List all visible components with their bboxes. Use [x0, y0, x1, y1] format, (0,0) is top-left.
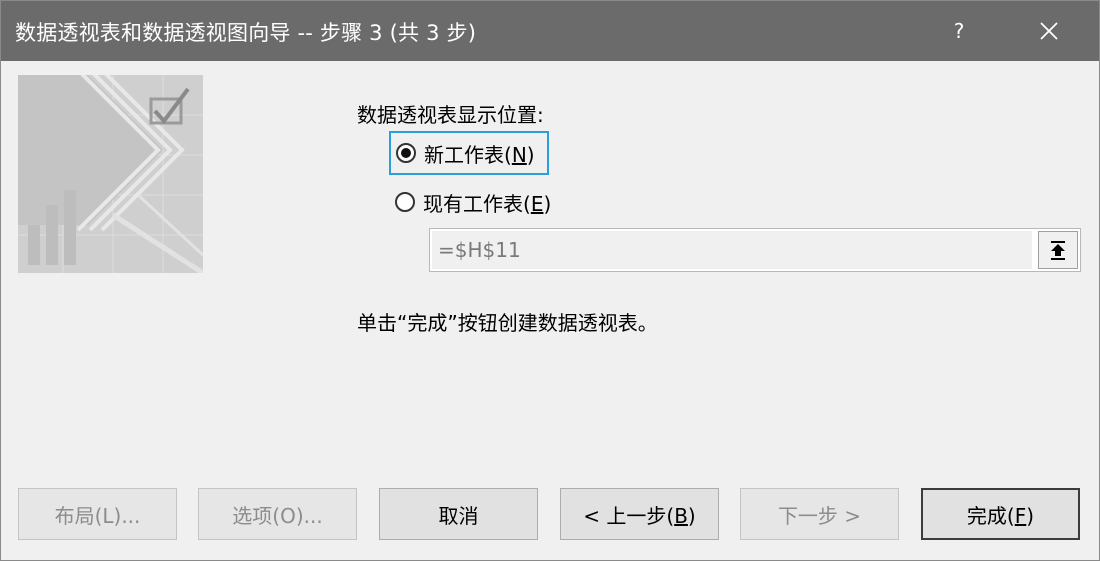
- layout-button[interactable]: 布局(L)...: [18, 488, 177, 540]
- help-icon: ?: [953, 19, 965, 43]
- dialog-title: 数据透视表和数据透视图向导 -- 步骤 3 (共 3 步): [15, 21, 477, 45]
- existing-worksheet-label: 现有工作表(E): [423, 191, 552, 216]
- location-reference-field: [429, 228, 1081, 272]
- placement-label: 数据透视表显示位置:: [357, 103, 544, 127]
- close-button[interactable]: [1019, 1, 1079, 61]
- radio-unselected-icon: [395, 192, 415, 212]
- collapse-dialog-button[interactable]: [1038, 231, 1078, 269]
- pivot-wizard-banner-icon: [18, 75, 203, 273]
- options-button[interactable]: 选项(O)...: [198, 488, 357, 540]
- new-worksheet-radio[interactable]: 新工作表(N): [389, 131, 549, 175]
- finish-instruction: 单击“完成”按钮创建数据透视表。: [357, 311, 658, 335]
- collapse-dialog-icon: [1051, 241, 1065, 260]
- title-bar[interactable]: 数据透视表和数据透视图向导 -- 步骤 3 (共 3 步) ?: [1, 1, 1099, 61]
- radio-selected-icon: [396, 143, 416, 163]
- help-button[interactable]: ?: [929, 1, 989, 61]
- close-icon: [1040, 22, 1058, 40]
- finish-button[interactable]: 完成(F): [921, 488, 1080, 540]
- new-worksheet-label: 新工作表(N): [424, 142, 535, 167]
- next-button[interactable]: 下一步 >: [740, 488, 899, 540]
- back-button[interactable]: < 上一步(B): [560, 488, 719, 540]
- cancel-button[interactable]: 取消: [379, 488, 538, 540]
- pivot-wizard-dialog: 数据透视表和数据透视图向导 -- 步骤 3 (共 3 步) ? 数据透视表显示位…: [0, 0, 1100, 561]
- location-reference-input[interactable]: [432, 231, 1032, 269]
- wizard-banner-image: [18, 75, 203, 273]
- existing-worksheet-radio[interactable]: 现有工作表(E): [391, 182, 551, 222]
